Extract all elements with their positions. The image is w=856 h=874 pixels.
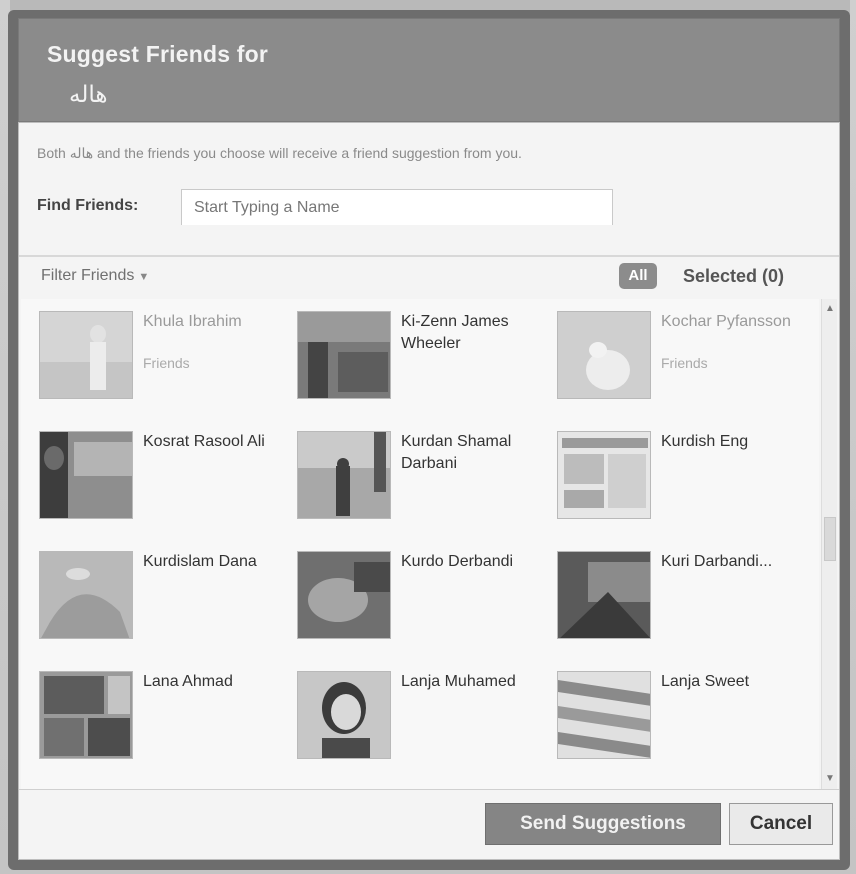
friend-photo bbox=[557, 551, 651, 639]
friend-name: Kuri Darbandi... bbox=[661, 553, 773, 570]
friend-item[interactable]: Lanja Sweet bbox=[557, 671, 807, 771]
dialog-title: Suggest Friends for bbox=[47, 41, 269, 67]
find-friends-label: Find Friends: bbox=[37, 197, 139, 214]
friend-photo bbox=[297, 551, 391, 639]
friend-name: Kosrat Rasool Ali bbox=[143, 433, 265, 450]
friend-item[interactable]: Ki-Zenn James Wheeler bbox=[297, 311, 547, 411]
friend-item[interactable]: Kochar Pyfansson Friends bbox=[557, 311, 807, 411]
friend-photo bbox=[557, 431, 651, 519]
scroll-thumb[interactable] bbox=[824, 517, 836, 561]
friend-status: Friends bbox=[661, 355, 708, 371]
friend-name: Ki-Zenn James Wheeler bbox=[401, 313, 509, 352]
friend-name: Khula Ibrahim bbox=[143, 313, 242, 330]
divider bbox=[19, 255, 839, 257]
friend-name: Kurdo Derbandi bbox=[401, 553, 514, 570]
friend-name: Kurdish Eng bbox=[661, 433, 749, 450]
friend-photo bbox=[39, 311, 133, 399]
friend-item[interactable]: Lana Ahmad bbox=[39, 671, 289, 771]
send-suggestions-button[interactable]: Send Suggestions bbox=[485, 803, 721, 845]
friend-item[interactable]: Kurdislam Dana bbox=[39, 551, 289, 651]
friend-photo bbox=[297, 671, 391, 759]
friend-name: Kurdislam Dana bbox=[143, 553, 257, 570]
cancel-button[interactable]: Cancel bbox=[729, 803, 833, 845]
friend-item[interactable]: Kosrat Rasool Ali bbox=[39, 431, 289, 531]
friend-grid: Khula Ibrahim Friends Ki-Zenn James Whee… bbox=[21, 299, 819, 789]
friend-item[interactable]: Kurdan Shamal Darbani bbox=[297, 431, 547, 531]
find-friends-input[interactable] bbox=[181, 189, 613, 225]
friend-name: Lanja Sweet bbox=[661, 673, 750, 690]
friend-photo bbox=[297, 431, 391, 519]
friend-photo bbox=[39, 551, 133, 639]
info-text: Both هاله and the friends you choose wil… bbox=[37, 145, 522, 161]
filter-friends-label: Filter Friends bbox=[41, 267, 135, 284]
friend-photo bbox=[557, 311, 651, 399]
dialog-subtitle: هاله bbox=[69, 81, 108, 107]
friend-name: Kochar Pyfansson bbox=[661, 313, 791, 330]
friend-item[interactable]: Kuri Darbandi... bbox=[557, 551, 807, 651]
friend-item[interactable]: Kurdo Derbandi bbox=[297, 551, 547, 651]
footer-divider bbox=[19, 789, 839, 790]
friend-item[interactable]: Khula Ibrahim Friends bbox=[39, 311, 289, 411]
scroll-up-icon[interactable]: ▲ bbox=[822, 301, 838, 317]
friend-photo bbox=[39, 431, 133, 519]
friend-photo bbox=[39, 671, 133, 759]
selected-tab[interactable]: Selected (0) bbox=[683, 266, 784, 287]
friend-status: Friends bbox=[143, 355, 190, 371]
friend-item[interactable]: Kurdish Eng bbox=[557, 431, 807, 531]
dialog-body: Both هاله and the friends you choose wil… bbox=[18, 122, 840, 860]
filter-friends-dropdown[interactable]: Filter Friends ▼ bbox=[41, 267, 149, 285]
chevron-down-icon: ▼ bbox=[138, 271, 150, 283]
friend-photo bbox=[557, 671, 651, 759]
all-tab[interactable]: All bbox=[619, 263, 657, 289]
friend-photo bbox=[297, 311, 391, 399]
friend-name: Kurdan Shamal Darbani bbox=[401, 433, 512, 472]
friend-name: Lana Ahmad bbox=[143, 673, 233, 690]
friend-item[interactable]: Lanja Muhamed bbox=[297, 671, 547, 771]
dialog-titlebar: Suggest Friends for هاله bbox=[18, 18, 840, 122]
scroll-down-icon[interactable]: ▼ bbox=[822, 771, 838, 787]
friend-name: Lanja Muhamed bbox=[401, 673, 516, 690]
friend-list-scrollbar[interactable]: ▲ ▼ bbox=[821, 299, 837, 789]
